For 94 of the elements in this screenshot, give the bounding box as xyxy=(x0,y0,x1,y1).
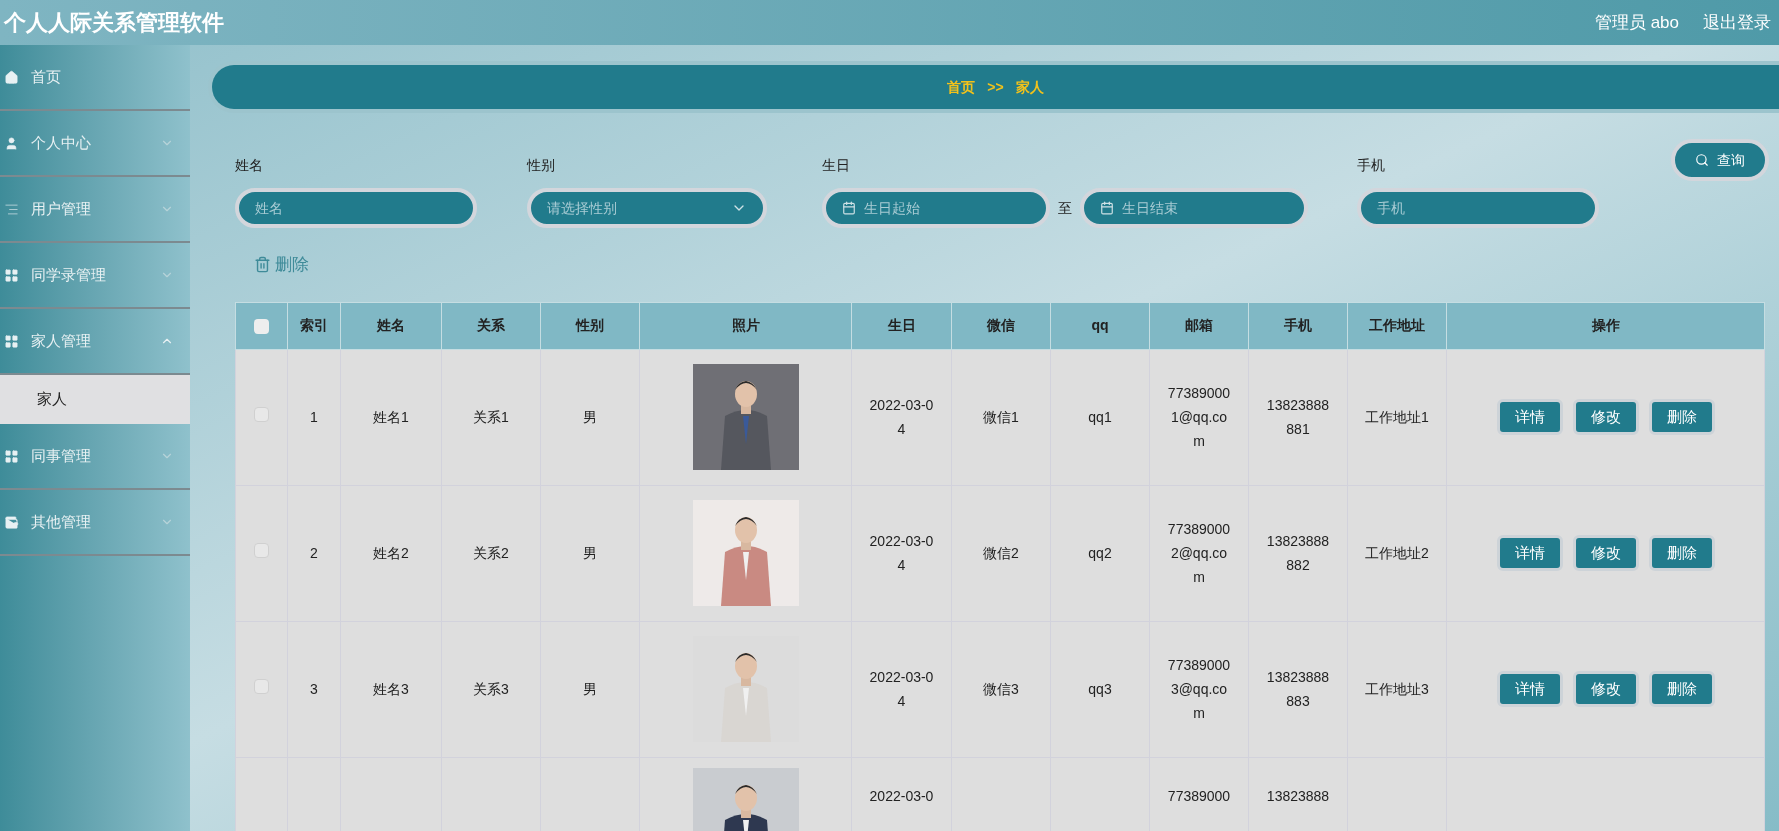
list-icon xyxy=(4,201,19,217)
grid-icon xyxy=(4,448,19,464)
row-checkbox[interactable] xyxy=(254,406,269,422)
table-cell: 13823888883 xyxy=(1266,669,1330,709)
field-label: 姓名 xyxy=(235,156,264,175)
table-cell: 13823888882 xyxy=(1266,533,1330,573)
table-cell: 男 xyxy=(583,681,597,697)
app-title: 个人人际关系管理软件 xyxy=(2,9,224,37)
table-cell: 773890003@qq.com xyxy=(1167,657,1231,721)
field-label: 性别 xyxy=(527,156,556,175)
gender-select[interactable]: 请选择性别 xyxy=(527,188,767,228)
action-button[interactable]: 详情 xyxy=(1496,399,1563,435)
table-cell: 773890002@qq.com xyxy=(1167,521,1231,585)
table-cell: 微信2 xyxy=(983,545,1019,561)
user-icon xyxy=(4,135,19,151)
row-checkbox[interactable] xyxy=(254,542,269,558)
calendar-icon xyxy=(1100,201,1114,215)
table-cell: 关系2 xyxy=(473,545,509,561)
calendar-icon xyxy=(842,201,856,215)
column-header: 生日 xyxy=(851,302,952,349)
table-cell: 2022-03-04 xyxy=(869,669,934,709)
trash-icon xyxy=(254,256,271,274)
table-cell: 工作地址2 xyxy=(1365,545,1429,561)
sidebar-item[interactable]: 首页 xyxy=(0,45,190,111)
action-button[interactable]: 详情 xyxy=(1496,535,1563,571)
column-header: 微信 xyxy=(951,302,1051,349)
table-cell: 男 xyxy=(583,545,597,561)
admin-user: 管理员 abo xyxy=(1594,11,1679,34)
breadcrumb-item: 家人 xyxy=(1015,77,1044,97)
column-header: 姓名 xyxy=(340,302,442,349)
column-header: 性别 xyxy=(540,302,640,349)
phone-field[interactable]: 手机 xyxy=(1357,188,1599,228)
date-start-field[interactable]: 生日起始 xyxy=(822,188,1050,228)
action-button[interactable]: 修改 xyxy=(1572,535,1639,571)
table-cell: qq3 xyxy=(1088,681,1112,697)
table-cell: 1 xyxy=(310,409,318,425)
table-cell: 微信3 xyxy=(983,681,1019,697)
delete-button[interactable]: 删除 xyxy=(254,252,309,278)
table-cell: 姓名1 xyxy=(373,409,409,425)
sidebar-subitem[interactable]: 家人 xyxy=(0,375,190,424)
search-button[interactable]: 查询 xyxy=(1671,139,1769,181)
table-cell: 男 xyxy=(583,409,597,425)
column-header: qq xyxy=(1050,302,1150,349)
action-button[interactable]: 删除 xyxy=(1648,399,1715,435)
column-header: 索引 xyxy=(287,302,341,349)
table-cell: 工作地址1 xyxy=(1365,409,1429,425)
column-header: 照片 xyxy=(639,302,852,349)
action-button[interactable]: 删除 xyxy=(1648,535,1715,571)
table-cell: 3 xyxy=(310,681,318,697)
sidebar-item[interactable]: 用户管理 xyxy=(0,177,190,243)
field-label: 生日 xyxy=(822,156,851,175)
sidebar-item[interactable]: 其他管理 xyxy=(0,490,190,556)
table-cell: 关系3 xyxy=(473,681,509,697)
table-cell: 13823888 xyxy=(1266,787,1330,804)
grid-icon xyxy=(4,333,19,349)
column-header: 关系 xyxy=(441,302,541,349)
table-cell: 773890001@qq.com xyxy=(1167,385,1231,449)
grid-icon xyxy=(4,267,19,283)
row-checkbox[interactable] xyxy=(254,678,269,694)
table-cell: 2022-03-04 xyxy=(869,533,934,573)
table-cell: 微信1 xyxy=(983,409,1019,425)
field-label: 手机 xyxy=(1357,156,1386,175)
table-cell: 姓名2 xyxy=(373,545,409,561)
range-separator: 至 xyxy=(1058,198,1072,218)
table-cell: qq2 xyxy=(1088,545,1112,561)
table-cell: 关系1 xyxy=(473,409,509,425)
wallet-icon xyxy=(4,514,19,530)
sidebar-item[interactable]: 个人中心 xyxy=(0,111,190,177)
column-header: 手机 xyxy=(1248,302,1348,349)
table-cell: 2 xyxy=(310,545,318,561)
column-header: 邮箱 xyxy=(1149,302,1249,349)
name-field[interactable]: 姓名 xyxy=(235,188,477,228)
action-button[interactable]: 详情 xyxy=(1496,671,1563,707)
column-header: 操作 xyxy=(1446,302,1765,349)
table-cell: 77389000 xyxy=(1167,787,1231,804)
select-all-checkbox[interactable] xyxy=(254,318,269,334)
action-button[interactable]: 修改 xyxy=(1572,399,1639,435)
table-cell: 姓名3 xyxy=(373,681,409,697)
search-icon xyxy=(1695,153,1709,167)
table-cell: 工作地址3 xyxy=(1365,681,1429,697)
sidebar-item[interactable]: 同学录管理 xyxy=(0,243,190,309)
action-button[interactable]: 修改 xyxy=(1572,671,1639,707)
table-cell: 2022-03-04 xyxy=(869,397,934,437)
home-icon xyxy=(4,69,19,85)
table-cell: 13823888881 xyxy=(1266,397,1330,437)
breadcrumb-item: >> xyxy=(987,77,1004,97)
date-end-field[interactable]: 生日结束 xyxy=(1080,188,1308,228)
logout-link[interactable]: 退出登录 xyxy=(1703,9,1771,36)
table-cell: 2022-03-0 xyxy=(869,787,934,804)
sidebar-item[interactable]: 同事管理 xyxy=(0,424,190,490)
table-cell: qq1 xyxy=(1088,409,1112,425)
breadcrumb-item[interactable]: 首页 xyxy=(947,76,976,98)
action-button[interactable]: 删除 xyxy=(1648,671,1715,707)
column-header: 工作地址 xyxy=(1347,302,1447,349)
